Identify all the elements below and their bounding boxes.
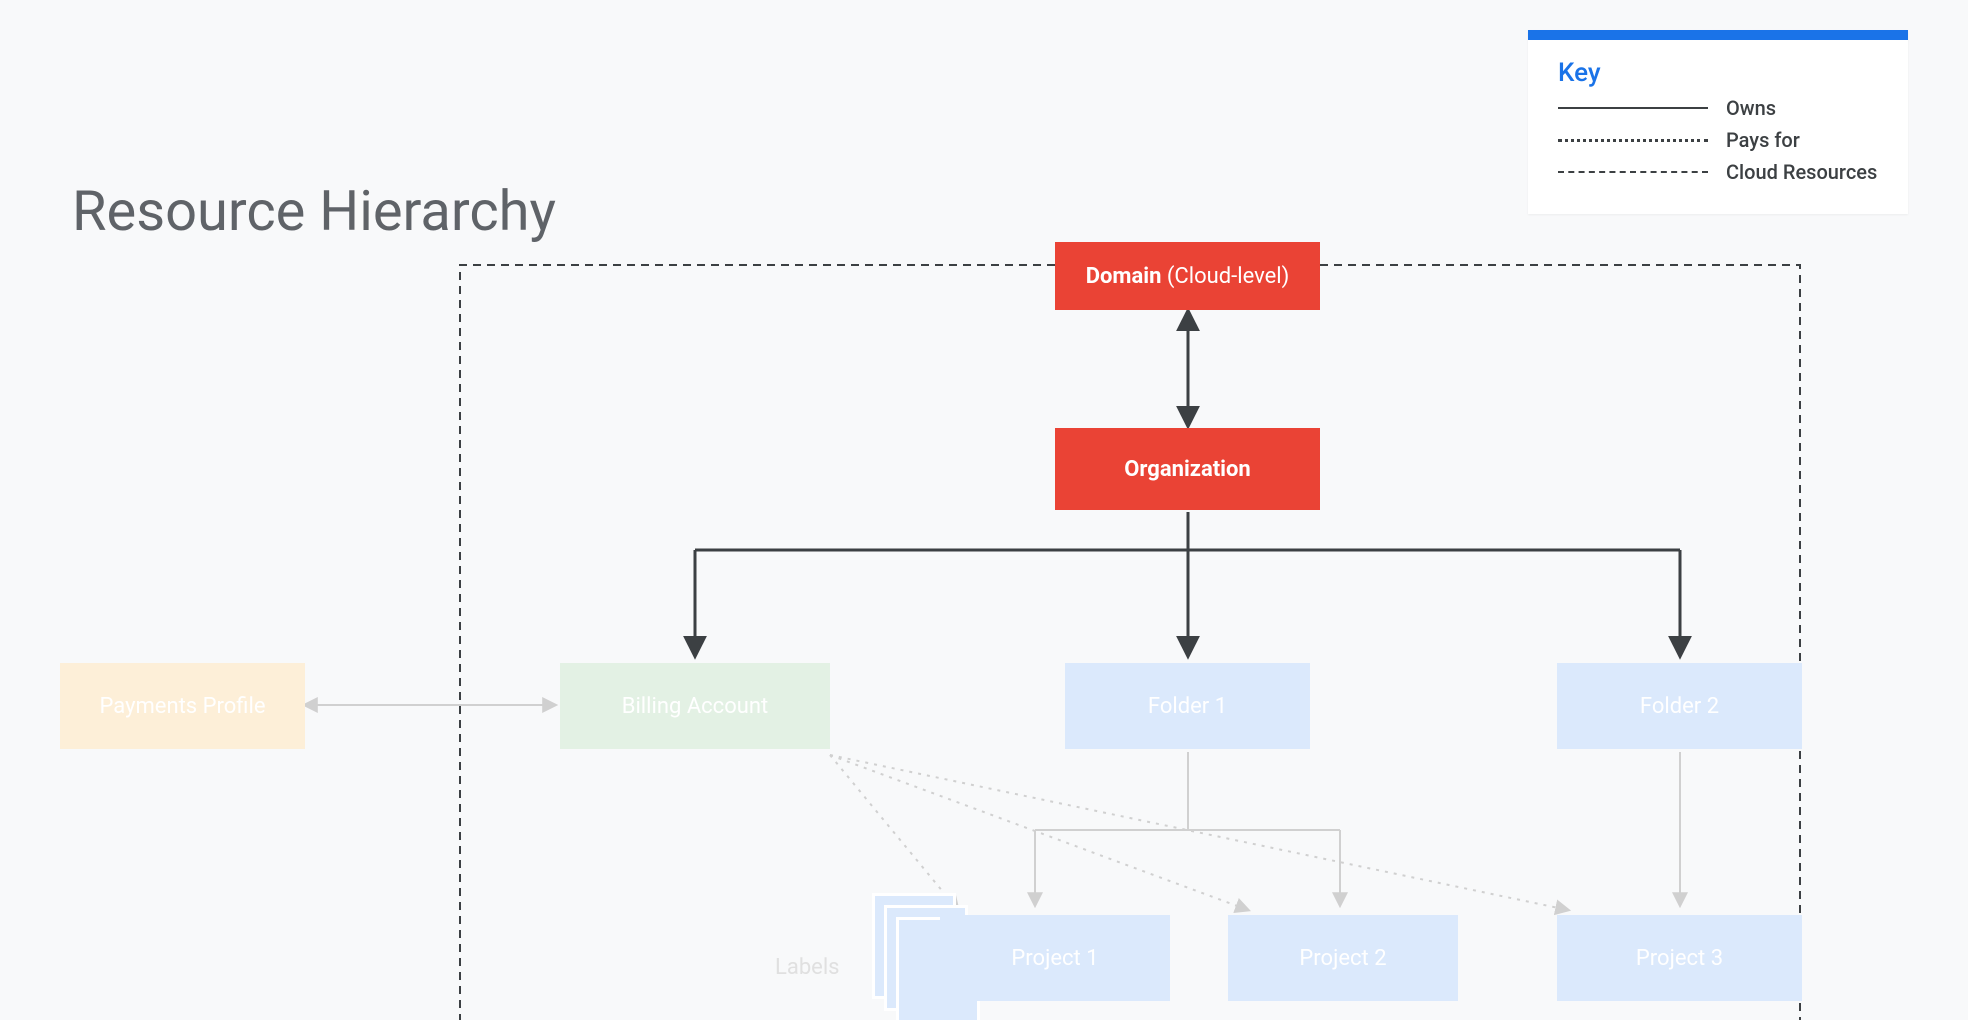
legend-title: Key	[1558, 58, 1884, 88]
node-domain: Domain (Cloud-level)	[1055, 242, 1320, 310]
node-project-2: Project 2	[1228, 915, 1458, 1001]
node-payments-profile: Payments Profile	[60, 663, 305, 749]
legend-line-solid-icon	[1558, 107, 1708, 109]
legend-label-pays: Pays for	[1726, 128, 1800, 152]
legend-row-cloud: Cloud Resources	[1558, 160, 1884, 184]
legend-box: Key Owns Pays for Cloud Resources	[1528, 30, 1908, 214]
node-project-3: Project 3	[1557, 915, 1802, 1001]
node-domain-bold: Domain	[1086, 264, 1162, 289]
labels-text: Labels	[775, 955, 840, 980]
node-folder-2: Folder 2	[1557, 663, 1802, 749]
legend-label-owns: Owns	[1726, 96, 1776, 120]
node-project-1: Project 1	[940, 915, 1170, 1001]
page-title: Resource Hierarchy	[72, 178, 556, 244]
legend-line-dashed-icon	[1558, 171, 1708, 173]
legend-row-owns: Owns	[1558, 96, 1884, 120]
legend-accent-bar	[1528, 30, 1908, 40]
diagram-canvas: Resource Hierarchy Key Owns Pays for Clo…	[0, 0, 1968, 1020]
legend-label-cloud: Cloud Resources	[1726, 160, 1877, 184]
node-folder-1: Folder 1	[1065, 663, 1310, 749]
legend-line-dotted-icon	[1558, 139, 1708, 142]
node-billing-account: Billing Account	[560, 663, 830, 749]
node-domain-rest: (Cloud-level)	[1161, 264, 1289, 289]
legend-row-pays: Pays for	[1558, 128, 1884, 152]
node-organization: Organization	[1055, 428, 1320, 510]
